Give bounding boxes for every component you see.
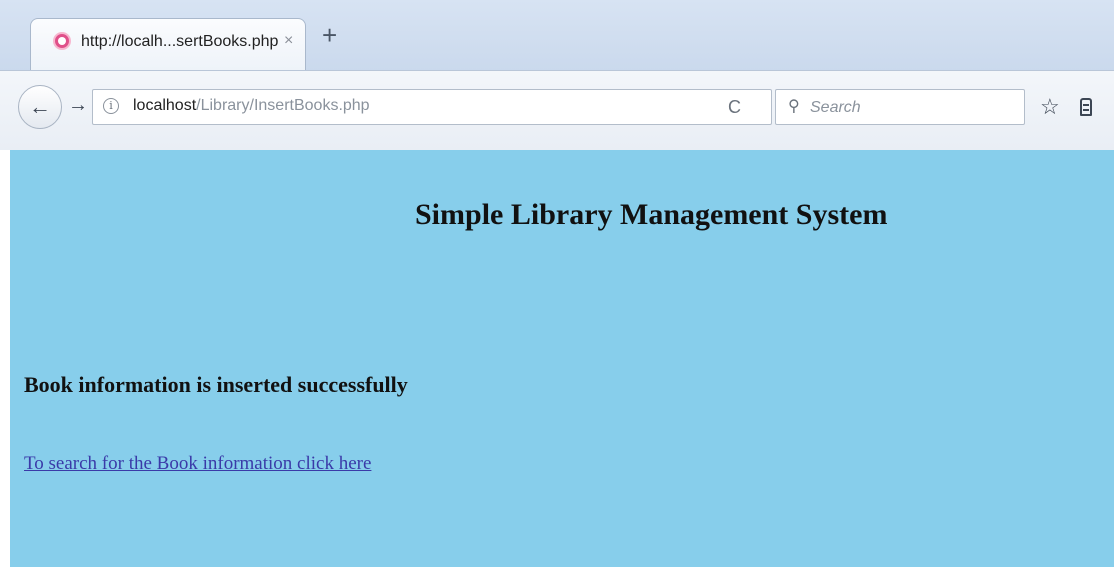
bookmark-star-icon[interactable]: ☆	[1040, 95, 1060, 119]
search-bar[interactable]: ⚲	[775, 89, 1025, 125]
search-books-link[interactable]: To search for the Book information click…	[24, 453, 371, 475]
url-path: /Library/InsertBooks.php	[196, 97, 370, 114]
search-icon: ⚲	[788, 98, 800, 115]
forward-button[interactable]: →	[68, 93, 88, 117]
back-arrow-icon: ←	[29, 94, 51, 119]
address-bar[interactable]: i localhost/Library/InsertBooks.php	[92, 89, 772, 125]
page-favicon-icon	[53, 32, 71, 50]
url-host: localhost	[133, 97, 197, 114]
search-input[interactable]	[808, 94, 1012, 122]
tab-title: http://localh...sertBooks.php	[81, 33, 279, 50]
page-content: Simple Library Management System Book in…	[10, 150, 1114, 567]
reading-list-icon[interactable]	[1080, 98, 1092, 116]
browser-tab[interactable]: http://localh...sertBooks.php ×	[30, 18, 306, 70]
page-title: Simple Library Management System	[415, 198, 888, 231]
browser-window: http://localh...sertBooks.php × + ← → i …	[0, 0, 1114, 567]
reload-icon[interactable]: C	[728, 97, 741, 117]
success-message: Book information is inserted successfull…	[24, 372, 408, 397]
tab-strip: http://localh...sertBooks.php × +	[0, 0, 1114, 78]
site-info-icon[interactable]: i	[103, 98, 119, 114]
close-tab-icon[interactable]: ×	[284, 32, 293, 50]
back-button[interactable]: ←	[18, 85, 62, 129]
navigation-bar: ← → i localhost/Library/InsertBooks.php …	[0, 70, 1114, 150]
url-text[interactable]: localhost/Library/InsertBooks.php	[133, 97, 370, 115]
new-tab-button[interactable]: +	[322, 22, 337, 48]
